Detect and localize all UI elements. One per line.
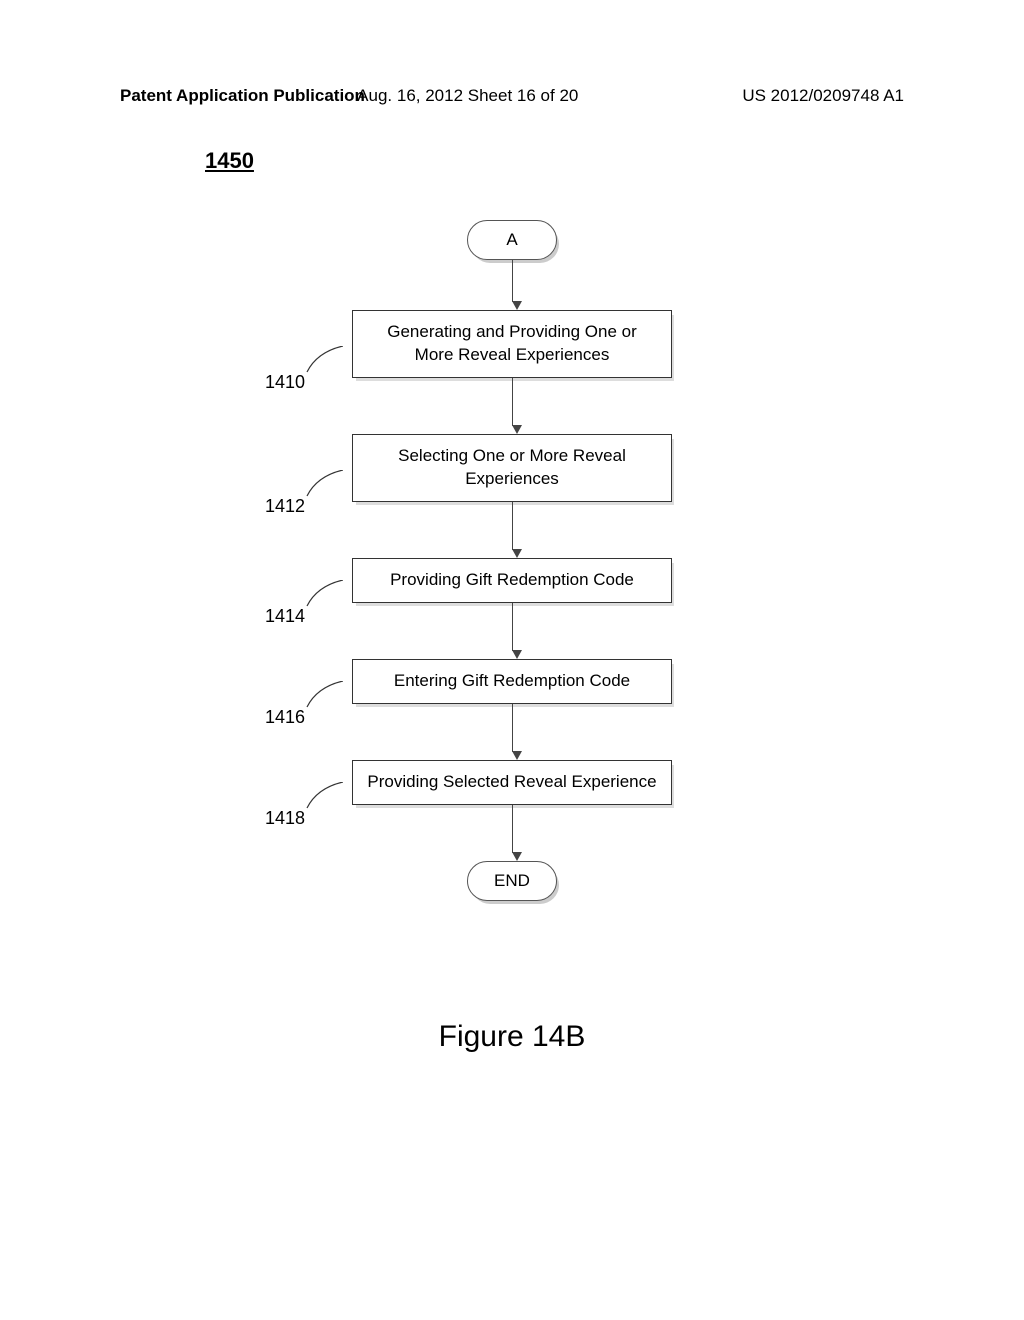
process-text: Entering Gift Redemption Code xyxy=(394,671,630,690)
process-text: Selecting One or More Reveal Experiences xyxy=(398,446,626,488)
process-step: Generating and Providing One or More Rev… xyxy=(352,310,672,378)
process-step: Providing Selected Reveal Experience xyxy=(352,760,672,805)
process-step: Entering Gift Redemption Code xyxy=(352,659,672,704)
process-step: Providing Gift Redemption Code xyxy=(352,558,672,603)
figure-caption: Figure 14B xyxy=(0,1020,1024,1054)
terminal-end: END xyxy=(467,861,557,901)
process-text: Generating and Providing One or More Rev… xyxy=(387,322,637,364)
header-date-sheet: Aug. 16, 2012 Sheet 16 of 20 xyxy=(357,86,578,106)
process-text: Providing Gift Redemption Code xyxy=(390,570,634,589)
reference-leader xyxy=(305,346,343,374)
header-publication: Patent Application Publication xyxy=(120,86,365,106)
process-text: Providing Selected Reveal Experience xyxy=(367,772,656,791)
process-step: Selecting One or More Reveal Experiences xyxy=(352,434,672,502)
reference-leader xyxy=(305,782,343,810)
page-header: Patent Application Publication Aug. 16, … xyxy=(0,86,1024,106)
reference-number: 1414 xyxy=(265,606,305,627)
terminal-start-label: A xyxy=(506,230,517,250)
reference-leader xyxy=(305,580,343,608)
reference-number: 1412 xyxy=(265,496,305,517)
reference-number: 1410 xyxy=(265,372,305,393)
reference-leader xyxy=(305,470,343,498)
reference-leader xyxy=(305,681,343,709)
reference-number: 1418 xyxy=(265,808,305,829)
figure-reference-number: 1450 xyxy=(205,148,254,174)
flowchart: A Generating and Providing One or More R… xyxy=(0,220,1024,901)
terminal-end-label: END xyxy=(494,871,530,891)
terminal-start: A xyxy=(467,220,557,260)
reference-number: 1416 xyxy=(265,707,305,728)
header-patent-number: US 2012/0209748 A1 xyxy=(742,86,904,106)
